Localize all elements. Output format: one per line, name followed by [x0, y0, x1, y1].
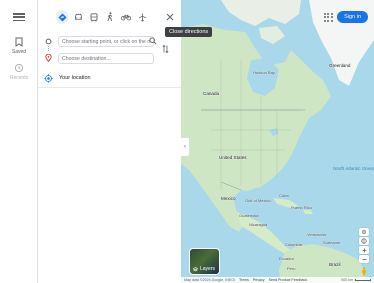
- search-button[interactable]: [148, 36, 158, 46]
- my-location-icon: [43, 73, 53, 83]
- map-label-nicaragua: Nicaragua: [249, 222, 268, 227]
- apps-grid-dot: [327, 16, 329, 18]
- diamond-route-icon: [57, 12, 67, 22]
- map-label-north-atlantic-ocean: North Atlantic Ocean: [333, 166, 374, 171]
- search-icon: [149, 37, 157, 45]
- map-label-hudson-bay: Hudson Bay: [253, 70, 275, 75]
- close-directions-button[interactable]: [163, 10, 177, 24]
- car-icon: [74, 13, 82, 20]
- map-label-venezuela: Venezuela: [307, 232, 326, 237]
- map-label-ecuador: Ecuador: [279, 256, 294, 261]
- apps-grid-dot: [327, 12, 329, 15]
- map-label-suriname: Suriname: [323, 240, 341, 245]
- bookmark-icon: [13, 36, 25, 48]
- map-controls: [359, 228, 369, 263]
- mode-flights-button[interactable]: [136, 10, 148, 24]
- google-apps-button[interactable]: [322, 11, 334, 23]
- map-label-canada: Canada: [203, 91, 220, 96]
- map-label-united-states: United States: [219, 155, 247, 160]
- menu-button[interactable]: [10, 11, 28, 23]
- map-label-mexico: Mexico: [221, 196, 236, 201]
- menu-icon-line: [13, 19, 25, 21]
- history-icon: [13, 62, 25, 74]
- side-rail: Saved Recents: [0, 0, 38, 283]
- globe-icon: [361, 238, 367, 244]
- map-terrain: [181, 0, 374, 283]
- plane-icon: [138, 12, 146, 22]
- sign-in-button[interactable]: Sign in: [337, 11, 368, 23]
- directions-panel: Your location: [38, 0, 181, 283]
- layers-label-row: Layers: [193, 266, 215, 272]
- mode-transit-button[interactable]: [88, 10, 100, 24]
- map-label-brazil: Brazil: [329, 262, 341, 267]
- privacy-link[interactable]: Privacy: [253, 278, 265, 282]
- apps-grid-dot: [330, 19, 333, 22]
- map-label-greenland: Greenland: [329, 63, 351, 68]
- map-label-colombia: Colombia: [285, 242, 302, 247]
- mode-cycling-button[interactable]: [120, 10, 132, 24]
- map-label-cuba: Cuba: [279, 193, 289, 198]
- scale-label: 500 km: [341, 278, 353, 282]
- scale-bar: [355, 279, 371, 281]
- send-feedback-link[interactable]: Send Product Feedback: [269, 278, 308, 282]
- pegman-icon: [362, 266, 366, 275]
- apps-grid-dot: [327, 19, 329, 22]
- layers-icon: [193, 266, 198, 271]
- recents-button[interactable]: Recents: [0, 62, 38, 81]
- route-connector: [48, 46, 49, 51]
- apps-grid-dot: [330, 16, 333, 18]
- map-scale[interactable]: 500 km: [341, 278, 371, 282]
- swap-icon: [162, 44, 168, 54]
- start-point-icon: [45, 38, 52, 45]
- apps-grid-dot: [330, 12, 333, 15]
- bicycle-icon: [121, 14, 131, 21]
- chevron-left-icon: ‹: [184, 144, 186, 150]
- my-location-button[interactable]: [359, 228, 369, 236]
- map-footer: Map data ©2024 Google, INEGI Terms Priva…: [181, 277, 374, 283]
- layers-button[interactable]: Layers: [189, 248, 220, 275]
- walk-icon: [107, 12, 113, 22]
- map-label-peru: Peru: [287, 266, 296, 271]
- globe-view-button[interactable]: [359, 237, 369, 245]
- menu-icon-line: [13, 13, 25, 15]
- bus-icon: [90, 12, 98, 21]
- saved-label: Saved: [11, 49, 27, 55]
- your-location-item[interactable]: Your location: [43, 73, 91, 83]
- map-label-puerto-rico: Puerto Rico: [291, 205, 312, 210]
- apps-grid-dot: [323, 19, 326, 22]
- close-icon: [166, 13, 174, 21]
- collapse-side-panel-button[interactable]: ‹: [181, 137, 190, 157]
- your-location-label: Your location: [59, 75, 91, 81]
- apps-grid-dot: [323, 12, 326, 15]
- street-view-pegman-button[interactable]: [359, 266, 369, 276]
- mode-best-button[interactable]: [56, 10, 68, 24]
- recents-label: Recents: [9, 75, 29, 81]
- travel-mode-tabs: [56, 10, 148, 24]
- swap-directions-button[interactable]: [160, 43, 170, 55]
- map-label-guatemala: Guatemala: [239, 213, 259, 218]
- starting-point-input[interactable]: [58, 36, 154, 47]
- map-label-gulf-of-mexico: Gulf of Mexico: [245, 198, 271, 203]
- apps-grid-dot: [323, 16, 326, 18]
- mode-driving-button[interactable]: [72, 10, 84, 24]
- close-directions-tooltip: Close directions: [165, 27, 213, 37]
- menu-icon-line: [13, 16, 25, 18]
- divider: [38, 87, 181, 88]
- terms-link[interactable]: Terms: [239, 278, 249, 282]
- saved-button[interactable]: Saved: [0, 36, 38, 55]
- destination-pin-icon: [45, 53, 52, 63]
- zoom-out-button[interactable]: [359, 255, 369, 263]
- plus-icon: [362, 248, 366, 252]
- map-canvas[interactable]: Greenland Canada Hudson Bay United State…: [181, 0, 374, 283]
- zoom-in-button[interactable]: [359, 246, 369, 254]
- mode-walking-button[interactable]: [104, 10, 116, 24]
- minus-icon: [362, 258, 366, 260]
- crosshair-icon: [361, 229, 367, 235]
- destination-input[interactable]: [58, 53, 154, 64]
- layers-label: Layers: [200, 266, 216, 272]
- map-data-attribution: Map data ©2024 Google, INEGI: [184, 278, 235, 282]
